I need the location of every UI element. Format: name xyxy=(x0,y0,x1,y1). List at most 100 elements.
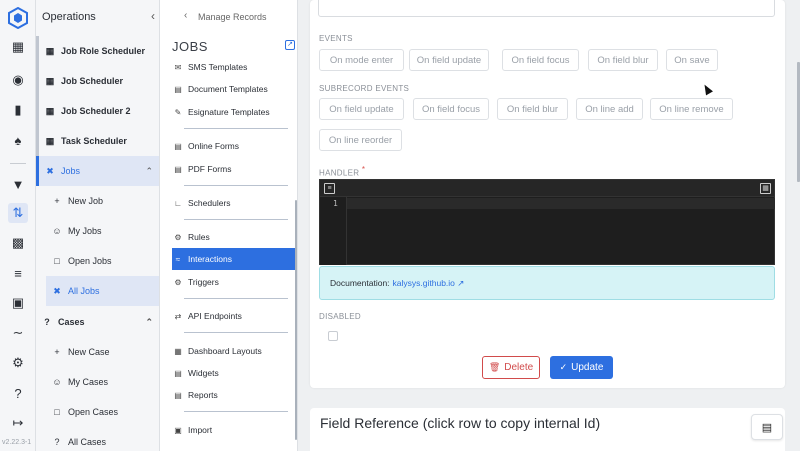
update-button[interactable]: ✓ Update xyxy=(550,356,613,379)
expand-icon[interactable]: ▦ xyxy=(760,183,771,194)
code-editor[interactable]: ≡ ▦ 1 xyxy=(319,179,775,265)
sidebar-item-cases[interactable]: ? Cases ⌃ xyxy=(36,307,159,337)
tools-icon: ✖ xyxy=(53,285,61,296)
sidebar-item-open-cases[interactable]: □ Open Cases xyxy=(36,397,159,427)
chevron-left-icon[interactable]: ‹ xyxy=(184,10,187,21)
keyboard-shortcut-button[interactable]: ▤ xyxy=(751,414,783,440)
menu-item-sms-templates[interactable]: ✉ SMS Templates xyxy=(172,56,297,78)
bell-icon[interactable]: ♠ xyxy=(8,130,28,150)
subrecord-on-field-blur[interactable]: On field blur xyxy=(497,98,568,120)
menu-item-import[interactable]: ▣ Import xyxy=(172,419,297,441)
sidebar-item-job-scheduler[interactable]: ▦ Job Scheduler xyxy=(36,66,159,96)
handshake-icon[interactable]: ∼ xyxy=(8,323,28,343)
menu-item-esignature-templates[interactable]: ✎ Esignature Templates xyxy=(172,101,297,123)
list-icon[interactable]: ≡ xyxy=(8,263,28,283)
menu-item-label: Dashboard Layouts xyxy=(188,346,262,356)
sidebar-item-all-cases[interactable]: ? All Cases xyxy=(36,427,159,451)
subrecord-on-line-add[interactable]: On line add xyxy=(576,98,643,120)
globe-icon[interactable]: ◉ xyxy=(8,70,28,90)
events-label: EVENTS xyxy=(319,34,353,43)
sidebar-item-label: Job Role Scheduler xyxy=(61,46,146,56)
menu-item-label: Document Templates xyxy=(188,84,268,94)
menu-item-label: Widgets xyxy=(188,368,219,378)
menu-scrollbar[interactable] xyxy=(295,200,297,440)
sidebar-item-all-jobs[interactable]: ✖ All Jobs xyxy=(46,276,159,306)
menu-item-label: PDF Forms xyxy=(188,164,232,174)
icon-rail: ▦ ◉ ▮ ♠ ▼ ⇅ ▩ ≡ ▣ ∼ ⚙ ? ↦ v2.22.3-1 xyxy=(0,0,36,451)
documentation-link[interactable]: kalysys.github.io ↗ xyxy=(393,278,465,289)
sidebar-item-my-jobs[interactable]: ☺ My Jobs xyxy=(36,216,159,246)
description-textarea[interactable] xyxy=(318,0,775,17)
inbox-icon[interactable]: ▣ xyxy=(8,293,28,313)
rules-icon: ⚙ xyxy=(174,232,182,242)
sync-icon[interactable]: ⇅ xyxy=(8,203,28,223)
help-icon[interactable]: ? xyxy=(8,383,28,403)
back-to-manage-records[interactable]: Manage Records xyxy=(198,12,267,22)
editor-active-line[interactable] xyxy=(347,198,775,209)
subrecord-on-line-remove[interactable]: On line remove xyxy=(650,98,733,120)
interactions-icon: ≈ xyxy=(175,254,181,264)
handler-label-text: HANDLER xyxy=(319,168,360,178)
event-on-save[interactable]: On save xyxy=(666,49,718,71)
menu-item-api-endpoints[interactable]: ⇄ API Endpoints xyxy=(172,305,297,327)
chat-icon[interactable]: ▩ xyxy=(8,233,28,253)
sidebar-item-label: My Jobs xyxy=(68,226,102,236)
menu-item-online-forms[interactable]: ▤ Online Forms xyxy=(172,135,297,157)
line-number: 1 xyxy=(333,199,338,208)
menu-item-schedulers[interactable]: ∟ Schedulers xyxy=(172,192,297,214)
field-reference-card: Field Reference (click row to copy inter… xyxy=(310,408,785,451)
event-on-mode-enter[interactable]: On mode enter xyxy=(319,49,404,71)
handler-label: HANDLER * xyxy=(319,165,365,178)
signature-icon: ✎ xyxy=(174,107,182,117)
subrecord-on-field-focus[interactable]: On field focus xyxy=(413,98,489,120)
sidebar-item-label: Cases xyxy=(58,317,85,327)
delete-button[interactable]: 🗑 Delete xyxy=(482,356,540,379)
menu-item-dashboard-layouts[interactable]: ▦ Dashboard Layouts xyxy=(172,340,297,362)
user-check-icon: ☺ xyxy=(52,377,62,387)
documentation-alert: Documentation: kalysys.github.io ↗ xyxy=(319,266,775,300)
menu-divider xyxy=(184,219,288,220)
event-on-field-focus[interactable]: On field focus xyxy=(502,49,579,71)
sidebar-item-label: Job Scheduler 2 xyxy=(61,106,131,116)
logo-icon[interactable] xyxy=(7,7,29,29)
menu-item-widgets[interactable]: ▤ Widgets xyxy=(172,362,297,384)
menu-item-label: SMS Templates xyxy=(188,62,248,72)
external-link-icon: ↗ xyxy=(457,277,465,288)
sidebar-item-open-jobs[interactable]: □ Open Jobs xyxy=(36,246,159,276)
sidebar-item-job-role-scheduler[interactable]: ▦ Job Role Scheduler xyxy=(36,36,159,66)
menu-item-reports[interactable]: ▤ Reports xyxy=(172,384,297,406)
sidebar-item-jobs[interactable]: ✖ Jobs ⌃ xyxy=(36,156,159,186)
calendar-icon: ▦ xyxy=(45,45,55,56)
menu-item-rules[interactable]: ⚙ Rules xyxy=(172,226,297,248)
menu-item-triggers[interactable]: ⚙ Triggers xyxy=(172,271,297,293)
sidebar-item-label: Task Scheduler xyxy=(61,136,127,146)
filter-icon[interactable]: ▼ xyxy=(8,174,28,194)
logout-icon[interactable]: ↦ xyxy=(8,413,28,433)
disabled-checkbox[interactable] xyxy=(328,331,338,341)
sidebar-item-task-scheduler[interactable]: ▦ Task Scheduler xyxy=(36,126,159,156)
bookmark-icon[interactable]: ▮ xyxy=(8,100,28,120)
sidebar-item-new-job[interactable]: + New Job xyxy=(36,186,159,216)
event-on-field-blur[interactable]: On field blur xyxy=(588,49,658,71)
menu-item-interactions[interactable]: ≈ Interactions xyxy=(172,248,297,270)
menu-item-label: Reports xyxy=(188,390,218,400)
scheduler-icon: ∟ xyxy=(174,198,182,208)
help-circle-icon: ? xyxy=(54,437,60,447)
gear-icon[interactable]: ⚙ xyxy=(8,353,28,373)
subrecord-on-line-reorder[interactable]: On line reorder xyxy=(319,129,402,151)
sidebar-item-job-scheduler-2[interactable]: ▦ Job Scheduler 2 xyxy=(36,96,159,126)
menu-item-document-templates[interactable]: ▤ Document Templates xyxy=(172,78,297,100)
sidebar-item-label: Jobs xyxy=(61,166,81,176)
subrecord-on-field-update[interactable]: On field update xyxy=(319,98,404,120)
terminal-icon[interactable]: ≡ xyxy=(324,183,335,194)
org-chart-icon[interactable]: ▦ xyxy=(8,37,28,57)
check-icon: ✓ xyxy=(559,362,568,372)
field-reference-title: Field Reference (click row to copy inter… xyxy=(320,415,601,431)
menu-item-pdf-forms[interactable]: ▤ PDF Forms xyxy=(172,158,297,180)
event-on-field-update[interactable]: On field update xyxy=(409,49,489,71)
menu-item-label: Schedulers xyxy=(188,198,231,208)
chevron-left-icon[interactable]: ‹ xyxy=(151,9,155,23)
external-link-icon[interactable]: ↗ xyxy=(285,40,295,50)
sidebar-item-my-cases[interactable]: ☺ My Cases xyxy=(36,367,159,397)
sidebar-item-new-case[interactable]: + New Case xyxy=(36,337,159,367)
